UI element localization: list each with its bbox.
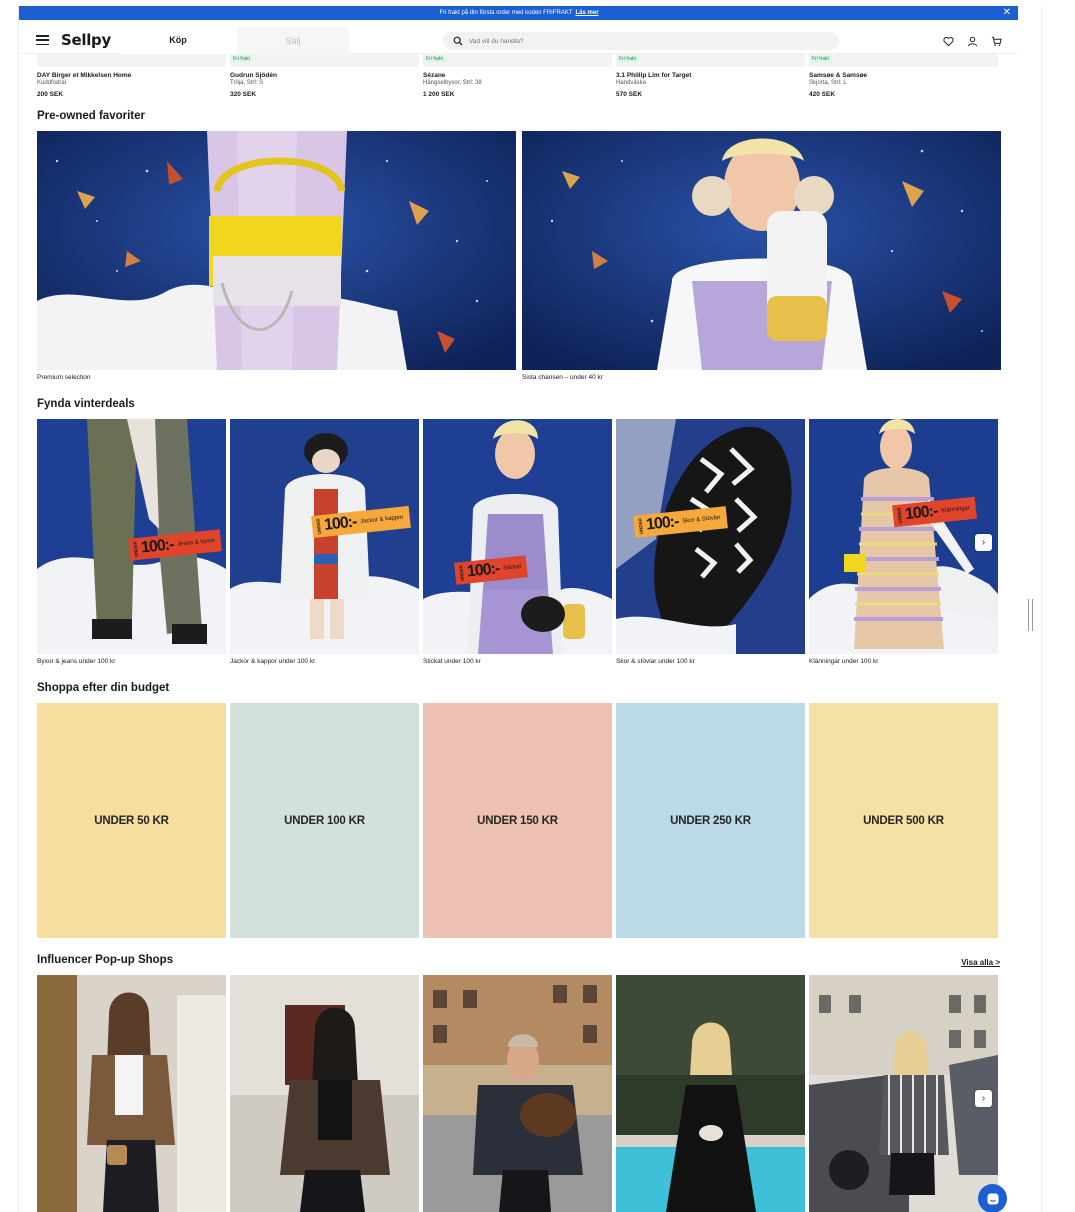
chat-button[interactable]: [978, 1184, 1007, 1212]
promo-banner: Fri frakt på din första order med koden …: [19, 6, 1018, 20]
menu-icon[interactable]: [36, 35, 49, 45]
dresses-image: [809, 419, 998, 654]
section-title-preowned: Pre-owned favoriter: [37, 110, 145, 122]
budget-tile-50[interactable]: UNDER 50 KR: [37, 703, 226, 938]
product-image: [616, 54, 805, 67]
deal-tile-shoes[interactable]: UNDER 100:- Skor & Stövlar: [616, 419, 805, 654]
product-price: 1 200 SEK: [423, 91, 455, 98]
product-image: [423, 54, 612, 67]
product-description: Hängselbyxor, Strl: 38: [423, 80, 482, 86]
tile-caption: Byxor & jeans under 100 kr: [37, 658, 116, 665]
tile-caption: Jackor & kappor under 100 kr: [230, 658, 316, 665]
influencer-tile[interactable]: [230, 975, 419, 1212]
budget-label: UNDER 150 KR: [477, 814, 558, 827]
carousel-next-button[interactable]: ›: [975, 1090, 992, 1107]
product-price: 200 SEK: [37, 91, 64, 98]
free-shipping-badge: Fri frakt: [616, 55, 639, 63]
influencer-photo: [230, 975, 419, 1212]
budget-tile-500[interactable]: UNDER 500 KR: [809, 703, 998, 938]
section-title-budget: Shoppa efter din budget: [37, 682, 170, 694]
budget-tile-150[interactable]: UNDER 150 KR: [423, 703, 612, 938]
tile-caption: Sista chansen – under 40 kr: [522, 374, 603, 381]
search-icon: [453, 36, 463, 46]
section-title-winter: Fynda vinterdeals: [37, 398, 135, 410]
influencer-tile[interactable]: [37, 975, 226, 1212]
product-brand: Sézane: [423, 72, 446, 79]
tile-caption: Premium selection: [37, 374, 91, 381]
chevron-right-icon: ›: [981, 537, 986, 548]
product-brand: Samsøe & Samsøe: [809, 72, 868, 79]
carousel-next-button[interactable]: ›: [975, 534, 992, 551]
chat-icon: [987, 1193, 998, 1204]
influencer-tile[interactable]: [809, 975, 998, 1212]
promo-text: Fri frakt på din första order med koden …: [439, 10, 573, 16]
influencer-photo: [616, 975, 805, 1212]
free-shipping-badge: Fri frakt: [809, 55, 832, 63]
close-icon[interactable]: ✕: [1003, 7, 1011, 19]
section-title-influencer: Influencer Pop-up Shops: [37, 954, 174, 966]
influencer-photo: [423, 975, 612, 1212]
tile-caption: Klänningar under 100 kr: [809, 658, 879, 665]
budget-label: UNDER 250 KR: [670, 814, 751, 827]
product-image: [230, 54, 419, 67]
product-description: Kuddfodral: [37, 80, 67, 86]
scrollbar-handle[interactable]: [1028, 599, 1033, 631]
influencer-tile[interactable]: [423, 975, 612, 1212]
product-card[interactable]: Fri frakt 3.1 Phillip Lim for Target Han…: [616, 54, 805, 104]
product-card[interactable]: Fri frakt Sézane Hängselbyxor, Strl: 38 …: [423, 54, 612, 104]
free-shipping-badge: Fri frakt: [423, 55, 446, 63]
product-brand: Gudrun Sjödén: [230, 72, 277, 79]
influencer-tile[interactable]: [616, 975, 805, 1212]
product-description: Tröja, Strl: S: [230, 80, 264, 86]
product-image: [37, 54, 226, 67]
logo[interactable]: Sellpy: [61, 31, 111, 49]
tile-caption: Stickat under 100 kr: [423, 658, 481, 665]
heart-icon[interactable]: [943, 36, 954, 47]
previous-carousel: DAY Birger et Mikkelsen Home Kuddfodral …: [37, 54, 1018, 104]
budget-label: UNDER 500 KR: [863, 814, 944, 827]
deal-tile-jackets[interactable]: UNDER 100:- Jackor & kappor: [230, 419, 419, 654]
product-brand: 3.1 Phillip Lim for Target: [616, 72, 692, 79]
deal-tile-knitwear[interactable]: UNDER 100:- Stickat: [423, 419, 612, 654]
search-bar[interactable]: [443, 32, 839, 50]
deal-tile-dresses[interactable]: UNDER 100:- Klänningar: [809, 419, 998, 654]
budget-tile-250[interactable]: UNDER 250 KR: [616, 703, 805, 938]
knitwear-image: [423, 419, 612, 654]
see-all-link[interactable]: Visa alla >: [961, 958, 1000, 967]
product-card[interactable]: Fri frakt Samsøe & Samsøe Skjorta, Strl:…: [809, 54, 998, 104]
user-icon[interactable]: [967, 36, 978, 47]
promo-tile-premium[interactable]: [37, 131, 516, 370]
influencer-photo: [809, 975, 998, 1212]
product-price: 420 SEK: [809, 91, 836, 98]
product-description: Handväska: [616, 80, 647, 86]
tile-caption: Skor & stövlar under 100 kr: [616, 658, 695, 665]
influencer-photo: [37, 975, 226, 1212]
product-card[interactable]: Fri frakt Gudrun Sjödén Tröja, Strl: S 3…: [230, 54, 419, 104]
product-price: 570 SEK: [616, 91, 643, 98]
page: Fri frakt på din första order med koden …: [18, 6, 1018, 1212]
free-shipping-badge: Fri frakt: [230, 55, 253, 63]
budget-label: UNDER 50 KR: [94, 814, 169, 827]
promo-link[interactable]: Läs mer: [576, 10, 599, 16]
last-chance-image: [522, 131, 1001, 370]
promo-tile-last-chance[interactable]: [522, 131, 1001, 370]
premium-selection-image: [37, 131, 516, 370]
budget-label: UNDER 100 KR: [284, 814, 365, 827]
deal-tile-pants[interactable]: UNDER 100:- Jeans & byxor: [37, 419, 226, 654]
product-image: [809, 54, 998, 67]
product-price: 320 SEK: [230, 91, 257, 98]
site-header: Sellpy Köp Sälj: [19, 20, 1018, 54]
tab-sell[interactable]: Sälj: [237, 27, 349, 54]
budget-tile-100[interactable]: UNDER 100 KR: [230, 703, 419, 938]
tab-buy[interactable]: Köp: [120, 27, 236, 54]
search-input[interactable]: [469, 37, 809, 45]
chevron-right-icon: ›: [981, 1093, 986, 1104]
product-card[interactable]: DAY Birger et Mikkelsen Home Kuddfodral …: [37, 54, 226, 104]
window-edge: [1041, 6, 1042, 1212]
cart-icon[interactable]: [991, 36, 1002, 47]
product-description: Skjorta, Strl: L: [809, 80, 847, 86]
product-brand: DAY Birger et Mikkelsen Home: [37, 72, 132, 79]
